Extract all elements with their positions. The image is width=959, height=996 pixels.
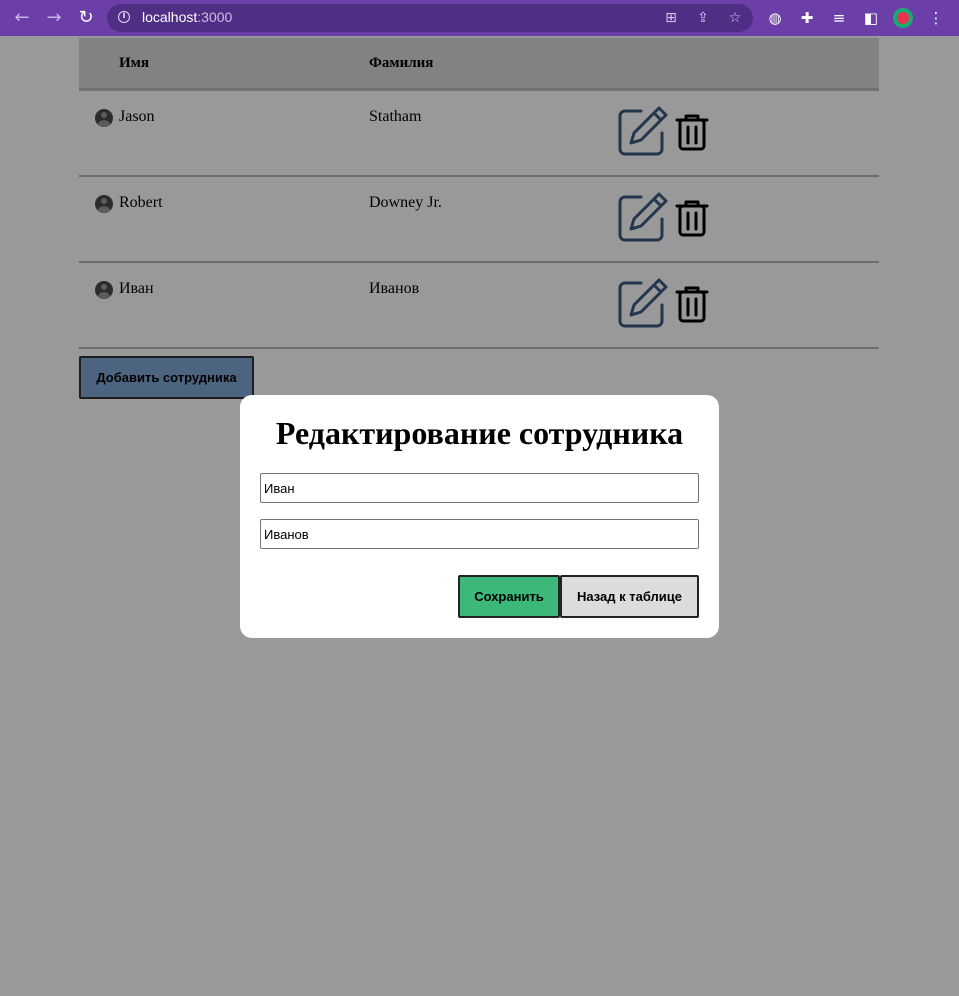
- address-bar[interactable]: i localhost:3000 ⊞ ⇪ ☆: [107, 4, 753, 32]
- share-icon[interactable]: ⇪: [693, 8, 713, 28]
- extensions-puzzle-icon[interactable]: ✚: [795, 6, 819, 30]
- bookmark-star-icon[interactable]: ☆: [725, 8, 745, 28]
- modal-title: Редактирование сотрудника: [275, 415, 684, 451]
- media-queue-icon[interactable]: ≡: [827, 6, 851, 30]
- save-button[interactable]: Сохранить: [458, 575, 560, 618]
- profile-avatar-icon[interactable]: [893, 8, 913, 28]
- side-panel-icon[interactable]: ◧: [859, 6, 883, 30]
- kebab-menu-icon[interactable]: ⋮: [924, 6, 948, 30]
- edit-employee-modal: Редактирование сотрудника Сохранить Наза…: [240, 395, 719, 638]
- url-text[interactable]: localhost:3000: [142, 9, 232, 25]
- reload-icon[interactable]: ↻: [74, 6, 98, 30]
- back-arrow-icon[interactable]: ←: [10, 6, 34, 30]
- globe-extension-icon[interactable]: ◍: [763, 6, 787, 30]
- first-name-input[interactable]: [260, 473, 699, 503]
- translate-icon[interactable]: ⊞: [661, 8, 681, 28]
- forward-arrow-icon[interactable]: →: [42, 6, 66, 30]
- back-to-table-button[interactable]: Назад к таблице: [560, 575, 699, 618]
- site-info-icon[interactable]: i: [118, 11, 130, 23]
- browser-toolbar: ← → ↻ i localhost:3000 ⊞ ⇪ ☆ ◍ ✚ ≡ ◧ ⋮: [0, 0, 959, 36]
- last-name-input[interactable]: [260, 519, 699, 549]
